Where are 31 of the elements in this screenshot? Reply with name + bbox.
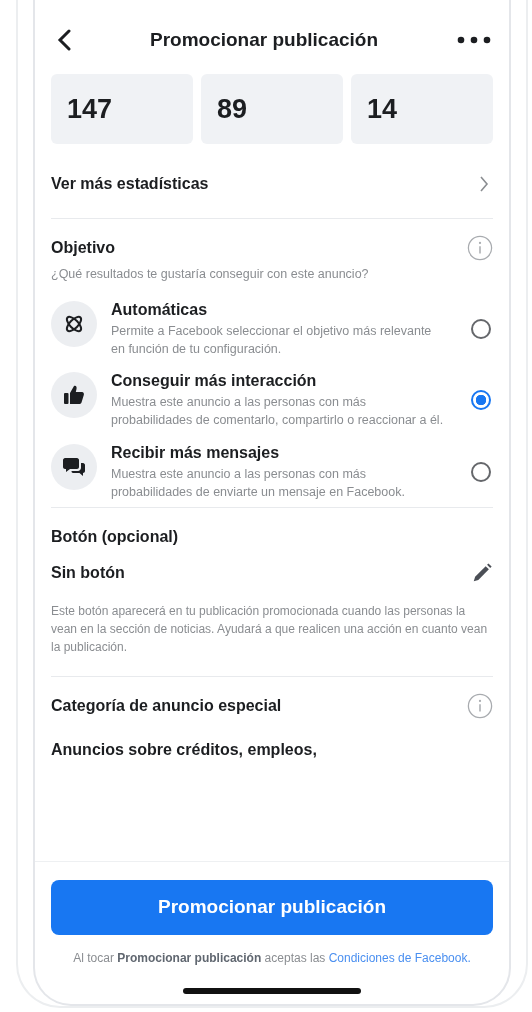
- back-icon[interactable]: [57, 29, 71, 51]
- terms-text: Al tocar Promocionar publicación aceptas las: [73, 950, 326, 965]
- option-title: Automáticas: [111, 301, 209, 319]
- more-icon[interactable]: [457, 36, 491, 44]
- button-description: Este botón aparecerá en tu publicación promocionada cuando las personas la vean en la sección de noticias. Ayudará a que realicen una acción en cuanto vean la publicación.: [51, 602, 489, 656]
- section-title: Botón (opcional): [51, 527, 180, 546]
- option-description: Muestra este anuncio a las personas con más probabilidades de comentarlo, compartirlo o reaccionar a él.: [111, 394, 445, 430]
- option-description: Muestra este anuncio a las personas con más probabilidades de enviarte un mensaje en Facebook.: [111, 465, 406, 501]
- terms-link[interactable]: Condiciones de Facebook.: [328, 950, 471, 965]
- stat-card: 147: [51, 74, 193, 144]
- chat-bubbles-icon: [51, 443, 97, 490]
- section-title: Categoría de anuncio especial: [51, 696, 282, 715]
- pencil-icon[interactable]: [471, 561, 493, 584]
- section-title: Objetivo: [51, 239, 115, 257]
- option-title: Recibir más mensajes: [111, 443, 281, 462]
- radio-button[interactable]: [471, 461, 491, 482]
- stat-card: 14: [351, 74, 493, 144]
- radio-button[interactable]: [471, 319, 491, 339]
- category-text: Anuncios sobre créditos, empleos,: [51, 740, 318, 759]
- stat-card: 89: [201, 74, 343, 144]
- radio-button[interactable]: [471, 390, 491, 411]
- page-title: Promocionar publicación: [149, 29, 378, 51]
- chevron-right-icon: [479, 175, 489, 193]
- thumbs-up-icon: [51, 372, 97, 419]
- section-question: ¿Qué resultados te gustaría conseguir con este anuncio?: [51, 267, 370, 281]
- atom-icon: [51, 301, 97, 347]
- option-title: Conseguir más interacción: [111, 372, 318, 391]
- button-value: Sin botón: [51, 563, 125, 582]
- more-stats-link[interactable]: Ver más estadísticas: [51, 156, 493, 212]
- promote-button[interactable]: Promocionar publicación: [51, 879, 493, 935]
- option-description: Permite a Facebook seleccionar el objetivo más relevante en función de tu configuración.: [111, 323, 433, 359]
